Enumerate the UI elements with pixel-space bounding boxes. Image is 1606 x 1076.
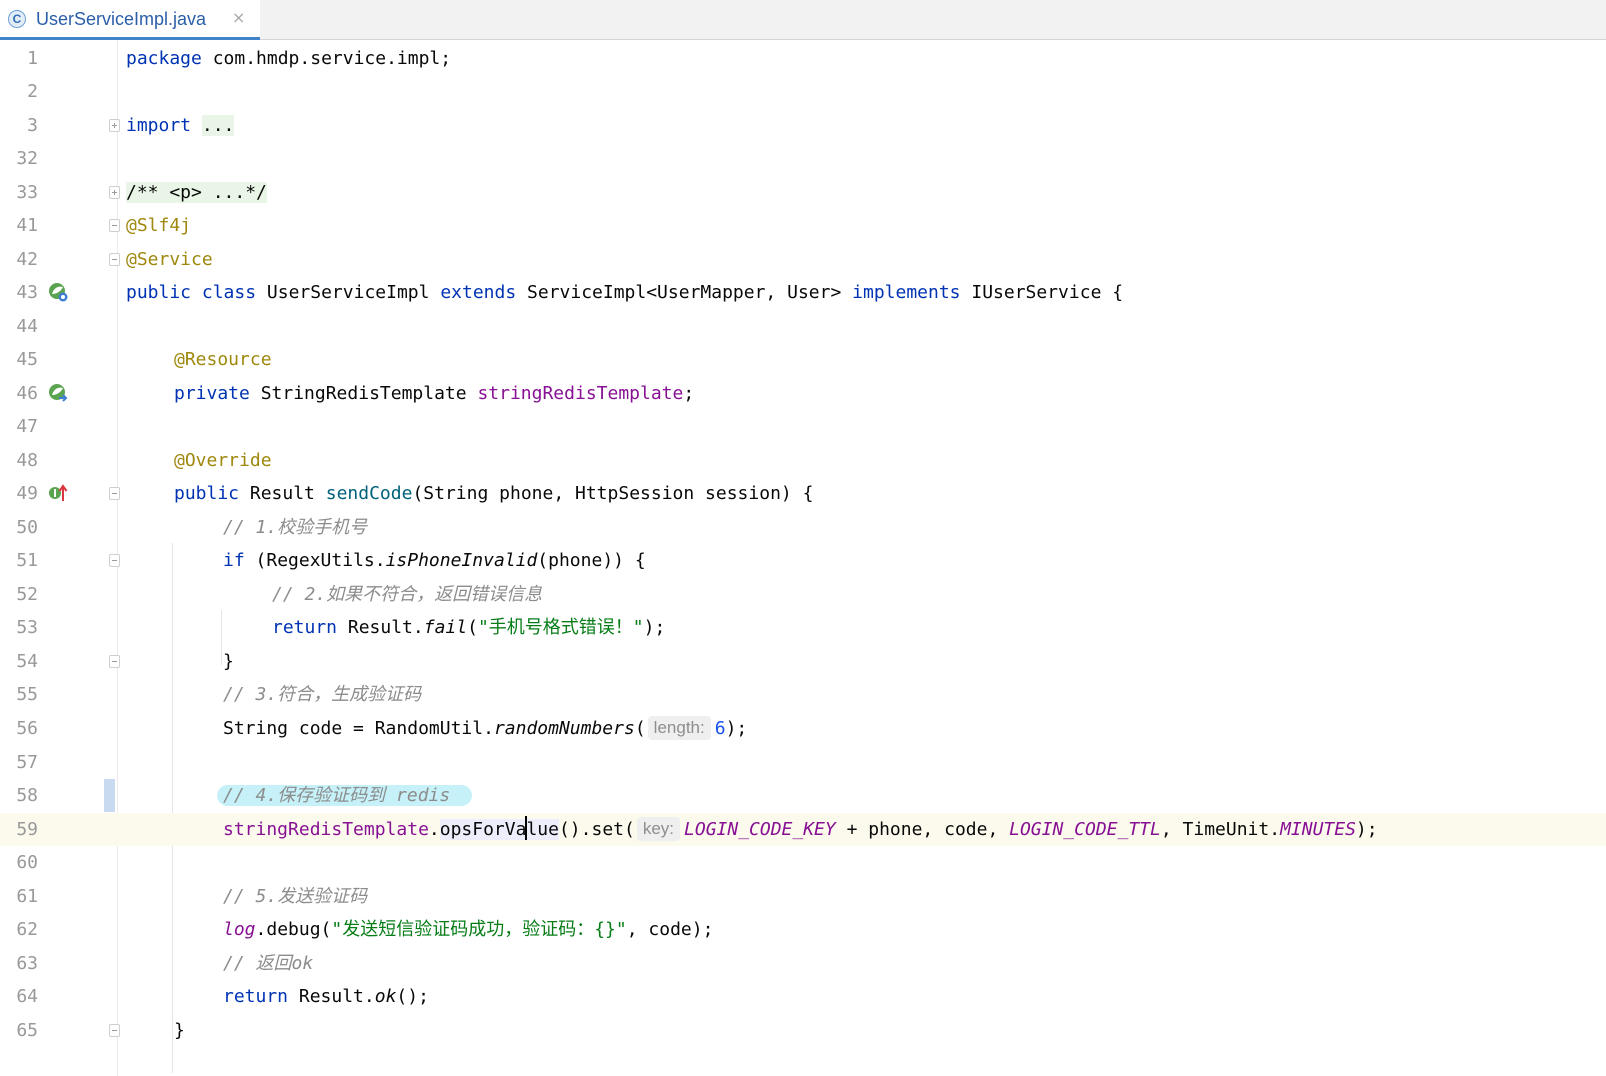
code-line: 2: [0, 75, 1606, 108]
autowired-bean-icon[interactable]: [48, 383, 68, 403]
code-line: 55 // 3.符合，生成验证码: [0, 678, 1606, 711]
line-number: 47: [16, 416, 38, 437]
code-line: 65 }: [0, 1014, 1606, 1047]
editor-tab-bar: C UserServiceImpl.java ×: [0, 0, 1606, 40]
code-line: 32: [0, 142, 1606, 175]
code-editor[interactable]: 1 package com.hmdp.service.impl; 2 3 imp…: [0, 40, 1606, 1076]
code-line: 62 log.debug("发送短信验证码成功，验证码：{}", code);: [0, 913, 1606, 946]
line-number: 58: [16, 785, 38, 806]
line-number: 60: [16, 852, 38, 873]
line-number: 3: [27, 115, 38, 136]
param-hint: length:: [647, 716, 711, 740]
line-number: 65: [16, 1020, 38, 1041]
folded-imports[interactable]: ...: [201, 115, 235, 136]
implements-method-icon[interactable]: [48, 483, 68, 503]
code-line: 54 }: [0, 645, 1606, 678]
line-number: 64: [16, 986, 38, 1007]
line-number: 46: [16, 383, 38, 404]
code-line: 3 import ...: [0, 109, 1606, 142]
code-line: 41 @Slf4j: [0, 209, 1606, 242]
line-number: 45: [16, 349, 38, 370]
fold-collapse-icon[interactable]: [109, 253, 120, 266]
line-number: 63: [16, 953, 38, 974]
fold-expand-icon[interactable]: [109, 186, 120, 199]
line-number: 57: [16, 752, 38, 773]
current-code-line: 59 stringRedisTemplate.opsForValue().set…: [0, 813, 1606, 846]
code-line: 56 String code = RandomUtil.randomNumber…: [0, 712, 1606, 745]
vcs-change-marker[interactable]: [104, 779, 115, 812]
folded-javadoc[interactable]: /** <p> ...*/: [126, 182, 267, 203]
line-number: 51: [16, 550, 38, 571]
line-number: 41: [16, 215, 38, 236]
line-number: 59: [16, 819, 38, 840]
highlighted-usage: opsForValue: [439, 816, 559, 840]
code-line: 50 // 1.校验手机号: [0, 511, 1606, 544]
code-line: 48 @Override: [0, 444, 1606, 477]
line-number: 53: [16, 617, 38, 638]
code-line: 44: [0, 310, 1606, 343]
line-number: 48: [16, 450, 38, 471]
line-number: 44: [16, 316, 38, 337]
line-number: 61: [16, 886, 38, 907]
code-line: 52 // 2.如果不符合，返回错误信息: [0, 578, 1606, 611]
line-number: 1: [27, 48, 38, 69]
line-number: 52: [16, 584, 38, 605]
line-number: 49: [16, 483, 38, 504]
code-line: 42 @Service: [0, 243, 1606, 276]
tab-label: UserServiceImpl.java: [36, 9, 207, 29]
code-line: 33 /** <p> ...*/: [0, 176, 1606, 209]
fold-collapse-icon[interactable]: [109, 1024, 120, 1037]
code-line: 64 return Result.ok();: [0, 980, 1606, 1013]
fold-collapse-icon[interactable]: [109, 487, 120, 500]
code-line: 58 // 4.保存验证码到 redis: [0, 779, 1606, 812]
spring-bean-icon[interactable]: [48, 282, 68, 302]
tab-userserviceimpl[interactable]: C UserServiceImpl.java ×: [0, 0, 260, 40]
line-number: 54: [16, 651, 38, 672]
highlighted-comment: // 4.保存验证码到 redis: [217, 785, 473, 806]
java-class-icon: C: [8, 10, 26, 28]
code-line: 60: [0, 846, 1606, 879]
code-line: 47: [0, 410, 1606, 443]
fold-collapse-icon[interactable]: [109, 655, 120, 668]
line-number: 32: [16, 148, 38, 169]
code-line: 1 package com.hmdp.service.impl;: [0, 42, 1606, 75]
param-hint: key:: [636, 817, 681, 841]
line-number: 62: [16, 919, 38, 940]
fold-collapse-icon[interactable]: [109, 554, 120, 567]
code-line: 63 // 返回ok: [0, 947, 1606, 980]
code-line: 49 public Result sendCode(String phone, …: [0, 477, 1606, 510]
line-number: 43: [16, 282, 38, 303]
code-line: 53 return Result.fail("手机号格式错误！");: [0, 611, 1606, 644]
fold-collapse-icon[interactable]: [109, 219, 120, 232]
line-number: 2: [27, 81, 38, 102]
line-number: 55: [16, 684, 38, 705]
line-number: 33: [16, 182, 38, 203]
code-line: 43 public class UserServiceImpl extends …: [0, 276, 1606, 309]
code-line: 57: [0, 746, 1606, 779]
code-line: 45 @Resource: [0, 343, 1606, 376]
code-line: 46 private StringRedisTemplate stringRed…: [0, 377, 1606, 410]
code-line: 61 // 5.发送验证码: [0, 880, 1606, 913]
line-number: 42: [16, 249, 38, 270]
code-line: 51 if (RegexUtils.isPhoneInvalid(phone))…: [0, 544, 1606, 577]
fold-expand-icon[interactable]: [109, 119, 120, 132]
line-number: 50: [16, 517, 38, 538]
line-number: 56: [16, 718, 38, 739]
close-icon[interactable]: ×: [232, 8, 245, 27]
